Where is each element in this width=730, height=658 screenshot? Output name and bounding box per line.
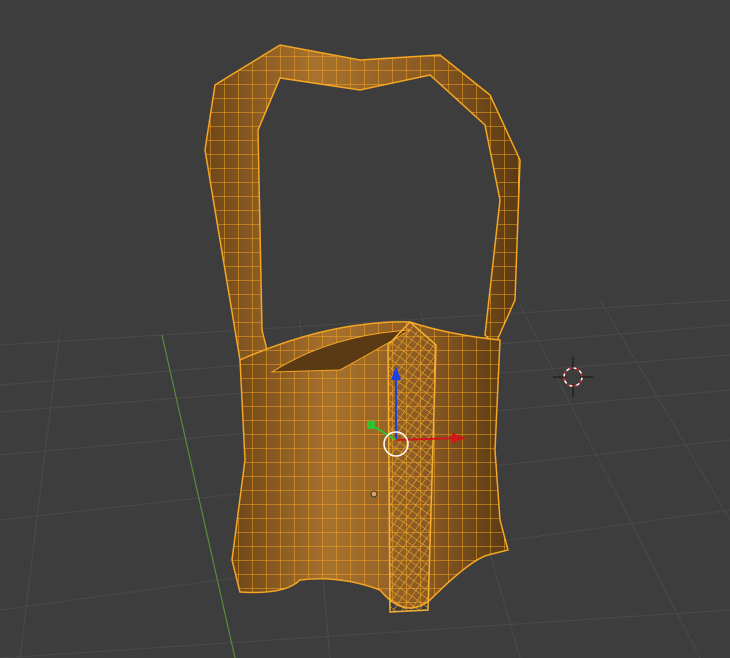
y-axis-line	[161, 334, 236, 658]
viewport-canvas[interactable]	[0, 0, 730, 658]
gizmo-y-handle-icon[interactable]	[367, 421, 375, 429]
corset-body-mesh[interactable]	[231, 320, 509, 613]
3d-cursor-icon[interactable]	[553, 357, 593, 397]
strap-mesh[interactable]	[204, 44, 521, 372]
object-origin-icon	[370, 490, 378, 498]
3d-viewport[interactable]	[0, 0, 730, 658]
